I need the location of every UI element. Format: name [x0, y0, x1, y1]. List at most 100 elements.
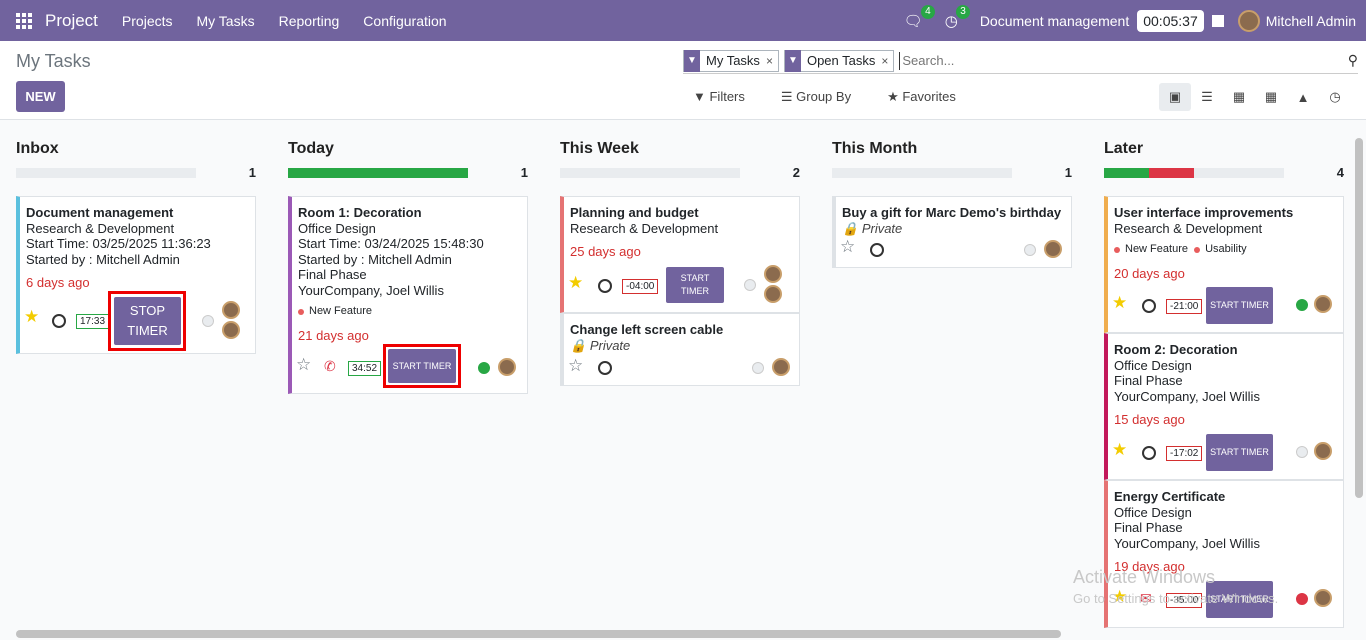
facet-remove-icon[interactable]: × — [881, 54, 893, 68]
task-title: Energy Certificate — [1114, 489, 1226, 504]
calendar-view-icon[interactable]: ▦ — [1223, 83, 1255, 111]
pivot-view-icon[interactable]: ▦ — [1255, 83, 1287, 111]
avatar[interactable] — [764, 285, 782, 303]
task-card[interactable]: Buy a gift for Marc Demo's birthday 🔒 Pr… — [832, 196, 1072, 268]
state-indicator[interactable] — [1296, 593, 1308, 605]
running-timer: 00:05:37 — [1137, 9, 1204, 32]
task-title: Room 1: Decoration — [298, 205, 422, 220]
activity-clock-icon[interactable] — [870, 243, 884, 257]
state-indicator[interactable] — [1296, 299, 1308, 311]
column-title[interactable]: This Month — [832, 140, 917, 158]
running-task-name[interactable]: Document management — [980, 13, 1129, 29]
task-customer: YourCompany, Joel Willis — [1114, 388, 1260, 404]
avatar[interactable] — [1314, 442, 1332, 460]
state-indicator[interactable] — [202, 315, 214, 327]
menu-configuration[interactable]: Configuration — [363, 13, 446, 29]
menu-reporting[interactable]: Reporting — [279, 13, 340, 29]
groupby-label: Group By — [796, 89, 852, 104]
column-progress[interactable] — [832, 168, 1012, 178]
start-timer-button[interactable]: START TIMER — [1206, 287, 1273, 324]
avatar[interactable] — [1314, 589, 1332, 607]
menu-projects[interactable]: Projects — [122, 13, 173, 29]
activity-clock-icon[interactable] — [598, 279, 612, 293]
state-indicator[interactable] — [752, 362, 764, 374]
task-card[interactable]: Document management Research & Developme… — [16, 196, 256, 354]
state-indicator[interactable] — [744, 279, 756, 291]
app-name[interactable]: Project — [45, 11, 98, 31]
graph-view-icon[interactable]: ▲ — [1287, 83, 1319, 111]
activity-clock-icon[interactable] — [1142, 446, 1156, 460]
user-name[interactable]: Mitchell Admin — [1266, 13, 1356, 29]
list-view-icon[interactable]: ☰ — [1191, 83, 1223, 111]
horizontal-scrollbar[interactable] — [16, 630, 1061, 638]
chat-icon[interactable]: 🗨 4 — [904, 4, 935, 30]
filters-dropdown[interactable]: ▼ Filters — [693, 89, 763, 105]
priority-star-icon[interactable]: ★ — [568, 274, 583, 290]
app-menu-icon[interactable] — [16, 12, 32, 29]
timer-stop-checkbox[interactable] — [1211, 14, 1224, 27]
start-timer-button[interactable]: START TIMER — [666, 267, 724, 303]
avatar[interactable] — [222, 321, 240, 339]
priority-star-icon[interactable]: ★ — [1112, 294, 1127, 310]
vertical-scrollbar[interactable] — [1355, 138, 1363, 498]
column-progress[interactable] — [1104, 168, 1284, 178]
deadline-chip: -17:02 — [1166, 446, 1203, 461]
task-deadline: 20 days ago — [1114, 265, 1185, 281]
user-avatar[interactable] — [1237, 9, 1260, 32]
task-deadline: 15 days ago — [1114, 412, 1185, 427]
kanban-view-icon[interactable]: ▣ — [1159, 83, 1191, 111]
phone-icon[interactable]: ✆ — [324, 358, 336, 375]
timer-chip: 34:52 — [348, 361, 382, 376]
column-progress[interactable] — [560, 168, 740, 178]
avatar[interactable] — [1044, 240, 1062, 258]
top-navbar: Project Projects My Tasks Reporting Conf… — [0, 0, 1366, 41]
task-started-by: Started by : Mitchell Admin — [298, 251, 452, 267]
facet-my-tasks[interactable]: ▼ My Tasks × — [683, 49, 779, 72]
private-label: Private — [861, 220, 903, 236]
activity-clock-icon[interactable] — [52, 314, 66, 328]
menu-my-tasks[interactable]: My Tasks — [197, 13, 255, 29]
task-deadline: 25 days ago — [570, 244, 641, 259]
priority-star-icon[interactable]: ★ — [24, 308, 39, 324]
column-progress[interactable] — [16, 168, 196, 178]
column-progress[interactable] — [288, 168, 468, 178]
column-title[interactable]: This Week — [560, 140, 639, 158]
avatar[interactable] — [222, 301, 240, 319]
start-timer-button[interactable]: START TIMER — [1206, 434, 1273, 471]
task-card[interactable]: Change left screen cable 🔒 Private ☆ — [560, 313, 800, 386]
groupby-dropdown[interactable]: ☰ Group By — [781, 89, 869, 105]
facet-remove-icon[interactable]: × — [766, 54, 778, 68]
state-indicator[interactable] — [1296, 446, 1308, 458]
avatar[interactable] — [1314, 295, 1332, 313]
timer-chip: 17:33 — [76, 314, 110, 329]
activity-view-icon[interactable]: ◷ — [1319, 83, 1351, 111]
task-card[interactable]: Planning and budget Research & Developme… — [560, 196, 800, 313]
activity-clock-icon[interactable] — [1142, 299, 1156, 313]
avatar[interactable] — [772, 358, 790, 376]
task-deadline: 6 days ago — [26, 275, 90, 290]
task-card[interactable]: User interface improvements Research & D… — [1104, 196, 1344, 333]
priority-star-icon[interactable]: ☆ — [568, 357, 583, 373]
favorites-dropdown[interactable]: ★ Favorites — [887, 89, 974, 105]
column-count: 4 — [1336, 165, 1344, 180]
new-button[interactable]: NEW — [16, 81, 65, 112]
task-card[interactable]: Room 1: Decoration Office Design Start T… — [288, 196, 528, 394]
start-timer-button[interactable]: START TIMER — [388, 349, 456, 383]
priority-star-icon[interactable]: ☆ — [840, 238, 855, 254]
priority-star-icon[interactable]: ☆ — [296, 356, 311, 372]
avatar[interactable] — [498, 358, 516, 376]
activity-clock-icon[interactable] — [598, 361, 612, 375]
column-title[interactable]: Today — [288, 140, 334, 158]
avatar[interactable] — [764, 265, 782, 283]
stop-timer-button[interactable]: STOP TIMER — [114, 297, 181, 345]
column-title[interactable]: Inbox — [16, 140, 59, 158]
state-indicator[interactable] — [478, 362, 490, 374]
activity-clock-icon[interactable]: ◷ 3 — [945, 4, 970, 30]
search-icon[interactable]: ⚲ — [1338, 52, 1358, 69]
priority-star-icon[interactable]: ★ — [1112, 441, 1127, 457]
facet-open-tasks[interactable]: ▼ Open Tasks × — [783, 49, 895, 72]
column-title[interactable]: Later — [1104, 140, 1143, 158]
search-input[interactable] — [899, 51, 1338, 70]
task-card[interactable]: Room 2: Decoration Office Design Final P… — [1104, 333, 1344, 480]
state-indicator[interactable] — [1024, 244, 1036, 256]
